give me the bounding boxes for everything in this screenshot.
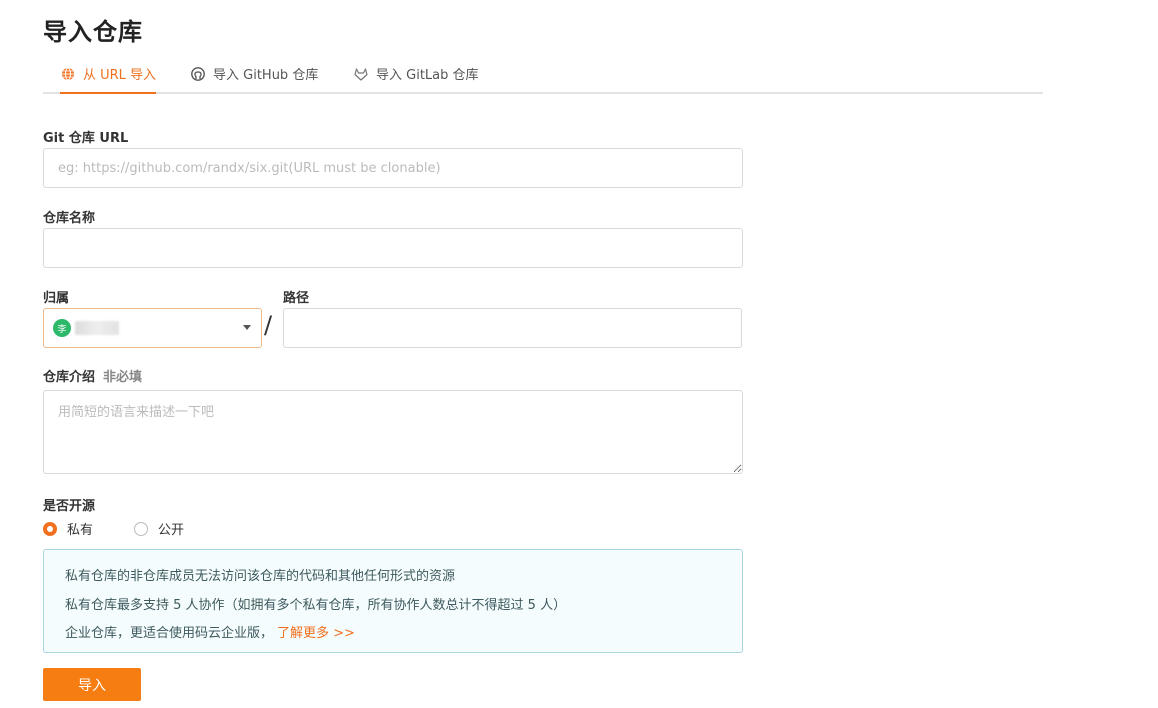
radio-label: 公开: [158, 523, 185, 538]
chevron-down-icon: [243, 325, 251, 330]
path-separator: /: [264, 311, 273, 339]
repo-name-label: 仓库名称: [43, 211, 96, 226]
repo-name-input[interactable]: [43, 228, 743, 268]
import-tabs: 从 URL 导入 导入 GitHub 仓库 导入 GitLab 仓库: [43, 55, 1043, 94]
tab-label: 导入 GitHub 仓库: [213, 68, 319, 83]
tab-url-import[interactable]: 从 URL 导入: [60, 55, 157, 94]
globe-icon: [60, 66, 76, 82]
notice-line: 企业仓库，更适合使用码云企业版， 了解更多 >>: [65, 626, 355, 641]
owner-label: 归属: [43, 291, 70, 306]
tab-github-import[interactable]: 导入 GitHub 仓库: [190, 55, 318, 92]
owner-select[interactable]: 李: [43, 308, 262, 348]
path-input[interactable]: [283, 308, 742, 348]
radio-label: 私有: [67, 523, 94, 538]
avatar: 李: [53, 319, 71, 337]
learn-more-link[interactable]: 了解更多 >>: [277, 626, 355, 641]
notice-line: 私有仓库的非仓库成员无法访问该仓库的代码和其他任何形式的资源: [65, 569, 456, 584]
tab-gitlab-import[interactable]: 导入 GitLab 仓库: [353, 55, 479, 92]
owner-name-blurred: [75, 321, 119, 335]
visibility-label: 是否开源: [43, 499, 96, 514]
radio-private[interactable]: 私有: [43, 519, 93, 538]
gitlab-icon: [353, 66, 369, 82]
radio-dot: [134, 521, 148, 536]
page-title: 导入仓库: [43, 18, 143, 46]
import-button[interactable]: 导入: [43, 668, 141, 701]
optional-hint: 非必填: [103, 370, 143, 385]
radio-public[interactable]: 公开: [134, 519, 184, 538]
radio-dot-selected: [43, 521, 57, 536]
tab-label: 从 URL 导入: [83, 68, 157, 83]
tab-label: 导入 GitLab 仓库: [376, 68, 479, 83]
github-icon: [190, 66, 206, 82]
description-textarea[interactable]: [43, 390, 743, 474]
path-label: 路径: [283, 291, 310, 306]
notice-line: 私有仓库最多支持 5 人协作（如拥有多个私有仓库，所有协作人数总计不得超过 5 …: [65, 598, 567, 613]
git-url-input[interactable]: [43, 148, 743, 188]
url-label: Git 仓库 URL: [43, 131, 129, 146]
private-notice: 私有仓库的非仓库成员无法访问该仓库的代码和其他任何形式的资源 私有仓库最多支持 …: [43, 549, 743, 653]
description-label: 仓库介绍 非必填: [43, 370, 143, 385]
